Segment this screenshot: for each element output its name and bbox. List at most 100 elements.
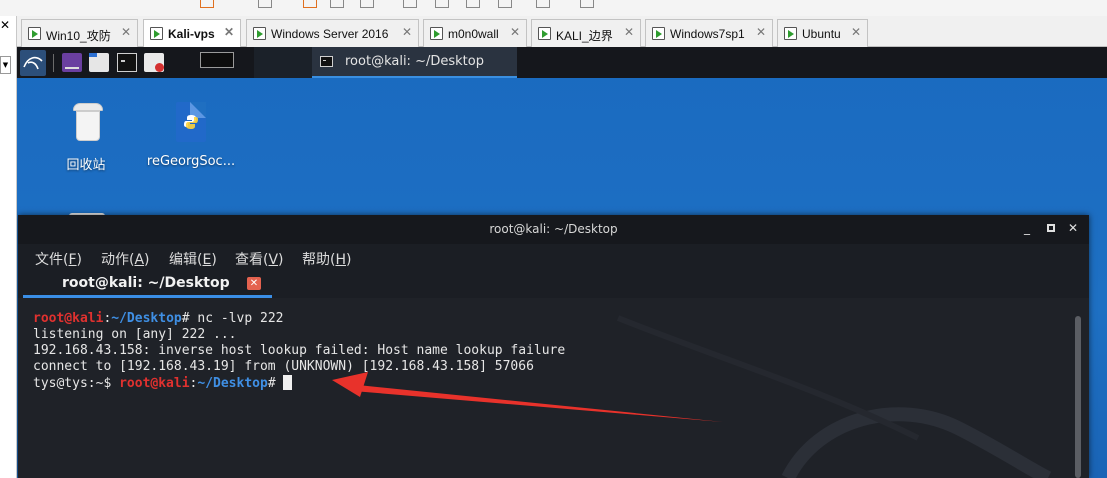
vm-icon [538, 27, 551, 40]
prompt-user: root@kali [119, 376, 190, 391]
menu-text: ) [278, 252, 284, 268]
terminal-emulator-launcher-icon[interactable] [62, 53, 82, 72]
menu-edit[interactable]: 编辑(E) [169, 249, 217, 269]
prompt-path: ~/Desktop [111, 311, 182, 326]
menu-view[interactable]: 查看(V) [235, 249, 284, 269]
file-manager-launcher-icon[interactable] [89, 53, 109, 72]
menu-text: ) [211, 252, 217, 268]
toolbar-icon[interactable] [360, 0, 374, 8]
library-close-icon[interactable]: ✕ [0, 18, 10, 32]
close-button[interactable]: ✕ [1068, 221, 1078, 235]
terminal-window[interactable]: root@kali: ~/Desktop _ ✕ 文件(F) 动作(A) 编辑(… [18, 215, 1089, 478]
toolbar-icon[interactable] [435, 0, 449, 8]
menu-text: 帮助( [302, 252, 336, 268]
toolbar-icon[interactable] [303, 0, 317, 8]
vm-tab-close-icon[interactable]: ✕ [121, 25, 131, 39]
terminal-line-1: root@kali:~/Desktop# nc -lvp 222 [33, 311, 283, 327]
vm-tabbar: Win10_攻防 ✕ Kali-vps ✕ Windows Server 201… [17, 16, 1107, 48]
vm-tab-windows-server-2016[interactable]: Windows Server 2016 ✕ [246, 19, 419, 47]
prompt-symbol: # [267, 376, 276, 391]
vm-tab-close-icon[interactable]: ✕ [510, 25, 520, 39]
vm-tab-close-icon[interactable]: ✕ [402, 25, 412, 39]
maximize-button[interactable] [1047, 221, 1055, 235]
terminal-tab-label: root@kali: ~/Desktop [62, 275, 230, 291]
menu-text: 动作( [101, 252, 135, 268]
screen-recorder-launcher-icon[interactable] [144, 53, 164, 72]
toolbar-icon[interactable] [536, 0, 550, 8]
menu-accel: V [268, 252, 279, 268]
vm-icon [28, 27, 41, 40]
desktop-icon-regeorg[interactable]: reGeorgSoc... [146, 94, 236, 176]
toolbar-icon[interactable] [200, 0, 214, 8]
menu-text: 查看( [235, 252, 269, 268]
vm-tab-label: m0n0wall [448, 27, 499, 41]
toolbar-icon[interactable] [403, 0, 417, 8]
vm-tab-close-icon[interactable]: ✕ [756, 25, 766, 39]
minimize-button[interactable]: _ [1024, 221, 1030, 235]
vm-tab-close-icon[interactable]: ✕ [224, 25, 234, 39]
desktop-icon-label: reGeorgSoc... [146, 154, 236, 169]
workspace-area [254, 47, 312, 78]
toolbar-icon[interactable] [580, 0, 594, 8]
toolbar-icon[interactable] [498, 0, 512, 8]
vm-tab-kali-border[interactable]: KALI_边界 ✕ [531, 19, 641, 47]
taskbar-terminal-button[interactable]: root@kali: ~/Desktop [312, 47, 517, 78]
prompt-user: root@kali [33, 311, 104, 326]
trash-icon [73, 103, 103, 141]
kali-desktop: root@kali: ~/Desktop 回收站 reGeorgSoc... r… [17, 47, 1107, 478]
toolbar-icon[interactable] [258, 0, 272, 8]
library-dropdown[interactable]: ▼ [0, 56, 11, 74]
terminal-line-2: listening on [any] 222 ... [33, 327, 237, 342]
terminal-output[interactable]: root@kali:~/Desktop# nc -lvp 222 listeni… [18, 298, 1089, 478]
menu-text: ) [76, 252, 82, 268]
vm-tab-label: Kali-vps [168, 27, 215, 41]
terminal-titlebar[interactable]: root@kali: ~/Desktop _ ✕ [18, 215, 1089, 244]
maximize-icon [1047, 224, 1055, 232]
vm-tab-close-icon[interactable]: ✕ [851, 25, 861, 39]
vm-tab-win10[interactable]: Win10_攻防 ✕ [21, 19, 138, 47]
terminal-line-5: tys@tys:~$ root@kali:~/Desktop# [33, 375, 293, 392]
menu-text: ) [346, 252, 352, 268]
terminal-line-4: connect to [192.168.43.19] from (UNKNOWN… [33, 359, 534, 374]
remote-prompt: tys@tys:~$ [33, 376, 120, 391]
toolbar-icon[interactable] [330, 0, 344, 8]
vm-icon [253, 27, 266, 40]
python-file-icon [176, 102, 206, 142]
tab-close-icon[interactable]: ✕ [247, 277, 261, 290]
vm-library-panel: ✕ ▼ [0, 16, 17, 478]
menu-text: 编辑( [169, 252, 203, 268]
kali-dragon-icon [23, 56, 43, 70]
prompt-symbol: # [181, 311, 190, 326]
vm-tab-kali-vps[interactable]: Kali-vps ✕ [143, 19, 241, 48]
vm-tab-m0n0wall[interactable]: m0n0wall ✕ [423, 19, 527, 47]
desktop-icon-trash[interactable]: 回收站 [41, 94, 131, 176]
menu-file[interactable]: 文件(F) [35, 249, 82, 269]
terminal-launcher-icon[interactable] [117, 53, 137, 72]
vm-tab-label: Ubuntu [802, 27, 841, 41]
vm-toolbar-strip [0, 0, 1107, 16]
kali-menu-button[interactable] [20, 50, 46, 76]
terminal-line-3: 192.168.43.158: inverse host lookup fail… [33, 343, 566, 358]
prompt-path: ~/Desktop [197, 376, 268, 391]
vm-icon [652, 27, 665, 40]
vm-tab-ubuntu[interactable]: Ubuntu ✕ [777, 19, 868, 47]
menu-text: 文件( [35, 252, 69, 268]
vm-icon [150, 27, 163, 40]
terminal-icon [320, 56, 333, 67]
desktop-icon-label: 回收站 [66, 158, 106, 173]
menu-help[interactable]: 帮助(H) [302, 249, 351, 269]
vm-tab-windows7sp1[interactable]: Windows7sp1 ✕ [645, 19, 773, 47]
menu-accel: E [202, 252, 212, 268]
vm-tab-label: Windows Server 2016 [271, 27, 389, 41]
vm-tab-close-icon[interactable]: ✕ [624, 25, 634, 39]
vm-tab-label: Windows7sp1 [670, 27, 745, 41]
terminal-tab[interactable]: root@kali: ~/Desktop ✕ [23, 270, 272, 298]
terminal-title: root@kali: ~/Desktop [489, 222, 618, 236]
menu-action[interactable]: 动作(A) [101, 249, 150, 269]
toolbar-icon[interactable] [466, 0, 480, 8]
workspace-switcher[interactable] [200, 52, 234, 68]
terminal-scrollbar[interactable] [1075, 316, 1081, 478]
taskbar-terminal-label: root@kali: ~/Desktop [345, 54, 484, 69]
python-logo-icon [184, 115, 198, 129]
menu-accel: F [68, 252, 77, 268]
